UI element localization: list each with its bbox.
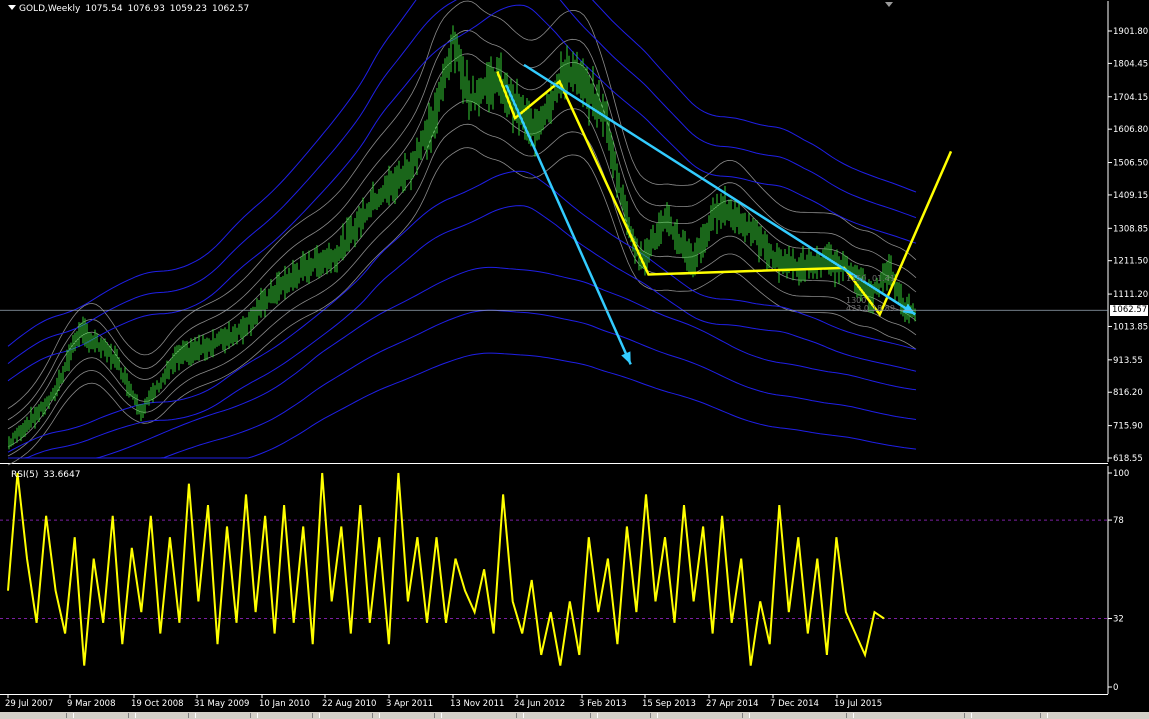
chart-shift-marker-icon[interactable]	[885, 2, 893, 7]
open-value: 1075.54	[85, 4, 123, 14]
price-tick-label: 1606.80	[1113, 125, 1148, 135]
rsi-label: RSI(5) 33.6647	[9, 470, 80, 480]
low-value: 1059.23	[169, 4, 208, 14]
time-tick-label: 3 Apr 2011	[386, 699, 433, 709]
time-tick-label: 31 May 2009	[194, 699, 249, 709]
chart-window: 1901.80 1804.45 1704.15 1606.80 1506.50 1409.…	[0, 0, 1149, 719]
time-tick-label: 29 Jul 2007	[5, 699, 53, 709]
blue-envelope-band	[8, 205, 917, 459]
close-value: 1062.57	[212, 4, 250, 14]
bar-separator	[188, 713, 196, 718]
rsi-tick-label: 0	[1113, 683, 1118, 693]
blue-envelope-band	[8, 309, 917, 459]
price-tick-label: 618.55	[1113, 454, 1143, 464]
high-value: 1076.93	[127, 4, 165, 14]
price-tick-label: 1308.85	[1113, 224, 1148, 234]
time-tick-label: 9 Mar 2008	[67, 699, 115, 709]
chart-canvas[interactable]: 1901.80 1804.45 1704.15 1606.80 1506.50 1409.…	[0, 0, 1149, 719]
envelope-bands	[7, 0, 917, 466]
time-tick-label: 22 Aug 2010	[322, 699, 376, 709]
price-tick-label: 913.55	[1113, 356, 1143, 366]
bar-separator	[250, 713, 258, 718]
time-tick-label: 7 Dec 2014	[770, 699, 819, 709]
time-tick-label: 19 Jul 2015	[834, 699, 882, 709]
rsi-tick-label: 78	[1113, 516, 1124, 526]
bar-separator	[846, 713, 854, 718]
rsi-tick-label: 32	[1113, 615, 1124, 625]
price-tick-label: 1211.50	[1113, 257, 1148, 267]
faint-label: 01.41	[872, 274, 895, 283]
bar-separator	[434, 713, 442, 718]
bar-separator	[128, 713, 136, 718]
bar-separator	[312, 713, 320, 718]
bar-separator	[1040, 713, 1048, 718]
chart-header[interactable]: GOLD,Weekly 1075.54 1076.93 1059.23 1062.57	[8, 4, 249, 14]
time-tick-label: 10 Jan 2010	[259, 699, 310, 709]
price-tick-label: 1409.15	[1113, 191, 1148, 201]
time-tick-label: 13 Nov 2011	[450, 699, 504, 709]
bar-separator	[66, 713, 74, 718]
grey-envelope-band	[7, 0, 917, 409]
grey-envelope-band	[7, 29, 917, 421]
bar-separator	[516, 713, 524, 718]
price-bars	[8, 25, 916, 450]
blue-envelope-band	[7, 170, 917, 453]
rsi-value: 33.6647	[43, 470, 81, 480]
price-tick-label: 1506.50	[1113, 159, 1148, 169]
rsi-tick-label: 100	[1113, 469, 1129, 479]
rsi-name: RSI(5)	[11, 470, 39, 480]
time-tick-label: 3 Feb 2013	[579, 699, 627, 709]
blue-envelope-band	[7, 0, 917, 347]
faint-label: 18.89	[872, 304, 895, 313]
price-tick-label: 715.90	[1113, 422, 1143, 432]
price-tick-label: 1013.85	[1113, 322, 1148, 332]
bottom-scrollbar[interactable]	[0, 712, 1149, 719]
grey-envelope-band	[7, 123, 917, 457]
rsi-indicator: 100 78 32 0	[0, 469, 1129, 693]
blue-envelope-band	[8, 266, 917, 459]
bar-separator	[742, 713, 750, 718]
grey-envelope-band	[7, 53, 917, 430]
cyan-down-arrow	[505, 84, 632, 365]
time-tick-label: 24 Jun 2012	[514, 699, 565, 709]
price-tick-label: 816.20	[1113, 388, 1143, 398]
chart-menu-triangle-icon[interactable]	[8, 5, 16, 10]
bar-separator	[650, 713, 658, 718]
faint-label: 1150	[846, 274, 866, 283]
price-axis: 1901.80 1804.45 1704.15 1606.80 1506.50 1409.…	[0, 27, 1148, 464]
time-tick-label: 19 Oct 2008	[131, 699, 184, 709]
rsi-line	[7, 472, 885, 666]
time-tick-label: 27 Apr 2014	[706, 699, 759, 709]
symbol-label: GOLD,Weekly	[19, 4, 81, 14]
time-tick-label: 15 Sep 2013	[642, 699, 696, 709]
bar-separator	[590, 713, 598, 718]
faint-label: 423.0	[846, 304, 869, 313]
last-price-tag: 1062.57	[1110, 305, 1148, 316]
price-tick-label: 1704.15	[1113, 93, 1148, 103]
bar-separator	[372, 713, 380, 718]
price-tick-label: 1804.45	[1113, 59, 1148, 69]
price-tick-label: 1901.80	[1113, 27, 1148, 37]
time-axis: 29 Jul 2007 9 Mar 2008 19 Oct 2008 31 May 2…	[5, 694, 882, 709]
bar-separator	[964, 713, 972, 718]
price-tick-label: 1111.20	[1113, 290, 1148, 300]
